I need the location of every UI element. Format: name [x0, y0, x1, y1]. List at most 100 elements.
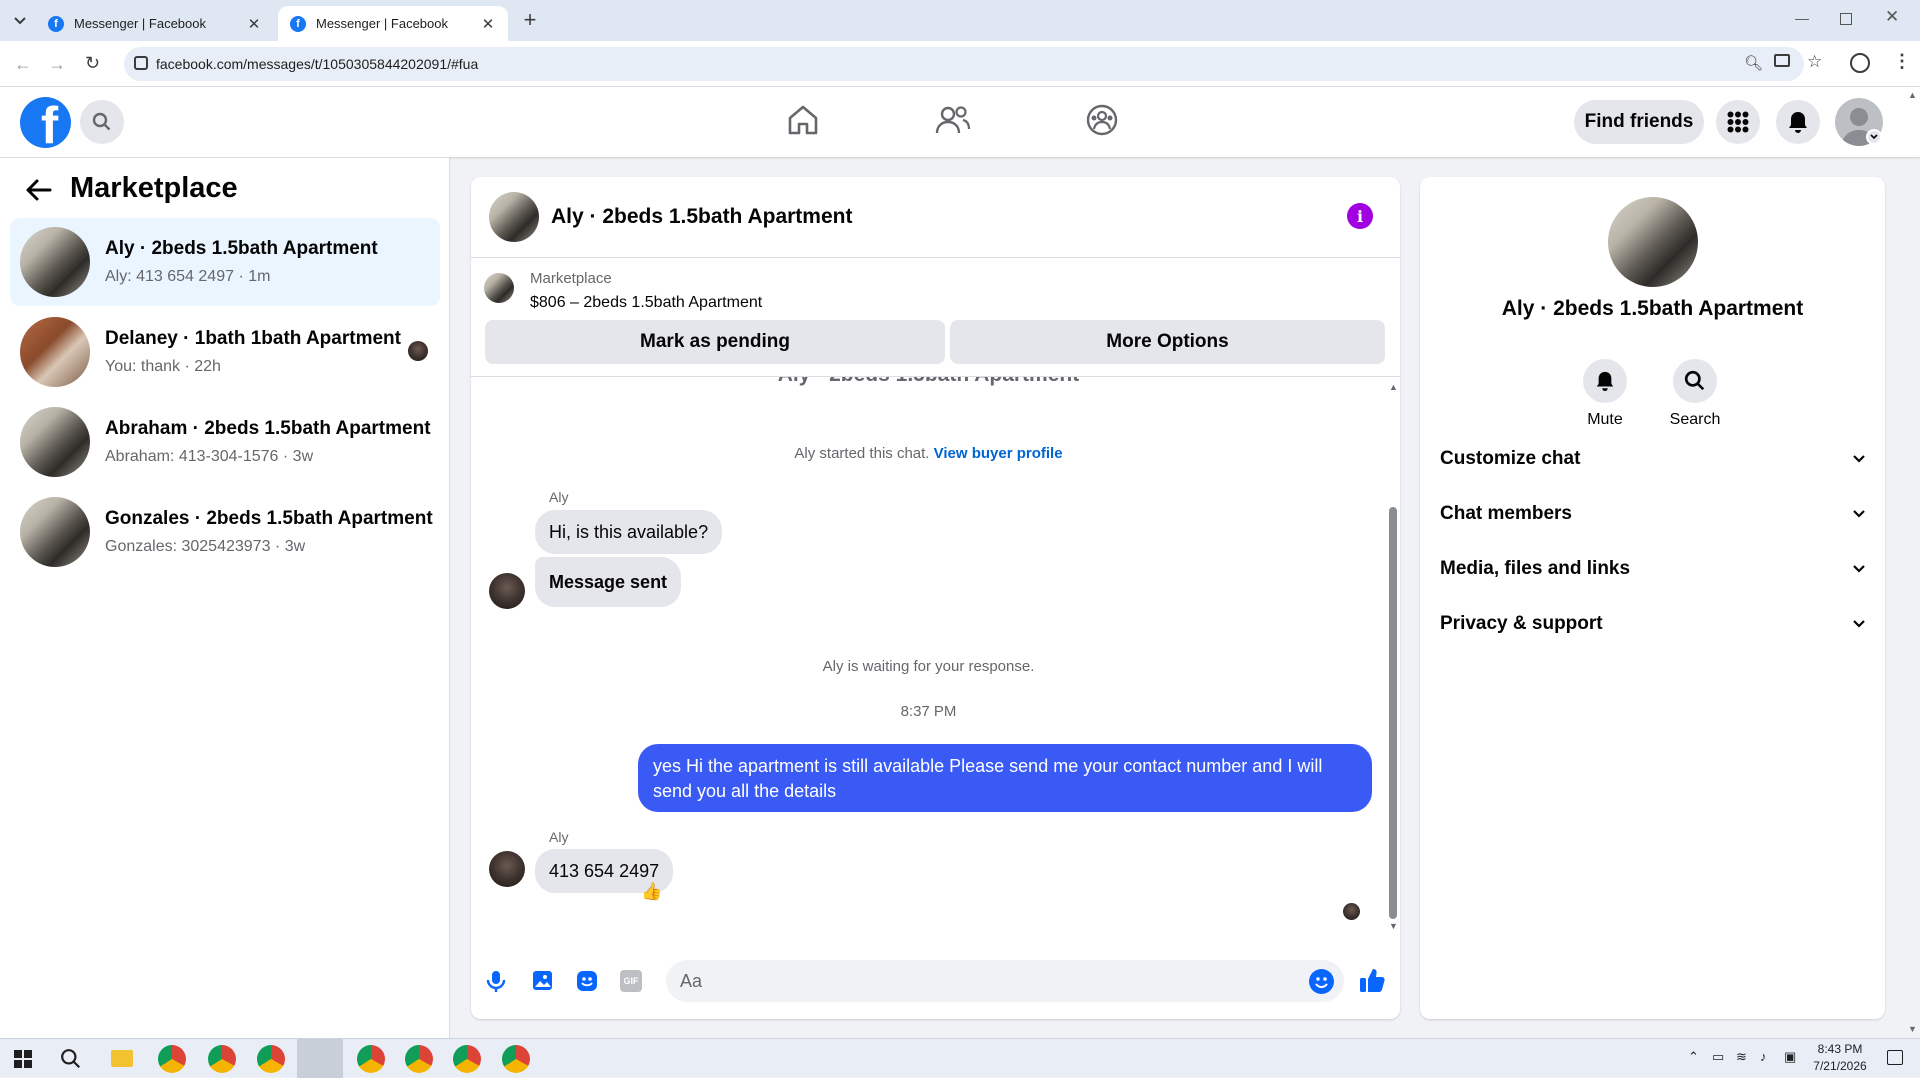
- page-scroll-up-icon[interactable]: ▲: [1908, 90, 1917, 100]
- profile-icon[interactable]: [1850, 53, 1870, 73]
- address-bar[interactable]: facebook.com/messages/t/1050305844202091…: [124, 47, 1822, 81]
- chrome-icon[interactable]: [158, 1045, 186, 1073]
- browser-tab-1[interactable]: f Messenger | Facebook ✕: [36, 6, 274, 41]
- chrome-icon[interactable]: [405, 1045, 433, 1073]
- active-app-highlight[interactable]: [297, 1039, 343, 1078]
- mute-button[interactable]: [1583, 359, 1627, 403]
- gif-icon[interactable]: GIF: [620, 970, 642, 992]
- taskbar-search-icon[interactable]: [60, 1048, 82, 1070]
- conversation-preview: Abraham: 413-304-1576 · 3w: [105, 448, 314, 465]
- thumbs-up-send-icon[interactable]: [1358, 966, 1386, 994]
- conversation-item-aly[interactable]: Aly · 2beds 1.5bath Apartment Aly: 413 6…: [10, 218, 440, 306]
- menu-button[interactable]: [1716, 100, 1760, 144]
- reload-icon[interactable]: ↻: [85, 53, 100, 74]
- close-window-button[interactable]: ✕: [1885, 7, 1899, 27]
- facebook-favicon-icon: f: [48, 15, 64, 32]
- tray-volume-icon[interactable]: ♪: [1760, 1049, 1767, 1064]
- facebook-logo-icon[interactable]: f: [20, 97, 71, 148]
- search-icon: [92, 112, 111, 131]
- back-arrow-icon[interactable]: ←: [14, 54, 32, 75]
- tab-close-icon[interactable]: ✕: [480, 16, 496, 33]
- taskbar-time[interactable]: 8:43 PM: [1800, 1042, 1880, 1056]
- forward-arrow-icon[interactable]: →: [48, 54, 66, 75]
- tray-network-icon[interactable]: ▭: [1712, 1049, 1724, 1065]
- chat-avatar[interactable]: [489, 192, 539, 242]
- groups-nav-button[interactable]: [1085, 103, 1119, 137]
- conversation-preview: You: thank · 22h: [105, 358, 221, 375]
- more-options-button[interactable]: More Options: [950, 320, 1385, 364]
- chat-members-section[interactable]: Chat members: [1440, 494, 1865, 534]
- tray-display-icon[interactable]: ▣: [1784, 1049, 1796, 1065]
- sticker-icon[interactable]: [575, 969, 599, 993]
- windows-start-icon[interactable]: [14, 1050, 32, 1068]
- taskbar-date[interactable]: 7/21/2026: [1800, 1059, 1880, 1073]
- listing-title[interactable]: $806 – 2beds 1.5bath Apartment: [530, 294, 762, 312]
- media-files-links-section[interactable]: Media, files and links: [1440, 549, 1865, 589]
- chat-started-notice: Aly started this chat. View buyer profil…: [471, 445, 1386, 462]
- thumbs-up-reaction-icon[interactable]: 👍: [641, 882, 662, 902]
- message-bubble[interactable]: Hi, is this available?: [535, 510, 723, 554]
- customize-chat-section[interactable]: Customize chat: [1440, 439, 1865, 479]
- scroll-down-arrow-icon[interactable]: ▼: [1389, 921, 1398, 931]
- message-bubble[interactable]: Message sent: [535, 557, 682, 607]
- bell-icon: [1596, 371, 1614, 391]
- conversation-item-abraham[interactable]: Abraham · 2beds 1.5bath Apartment Abraha…: [10, 398, 440, 486]
- privacy-support-section[interactable]: Privacy & support: [1440, 604, 1865, 644]
- find-friends-button[interactable]: Find friends: [1574, 100, 1704, 144]
- browser-tab-2-active[interactable]: f Messenger | Facebook ✕: [278, 6, 508, 41]
- account-chevron-icon[interactable]: [1866, 129, 1882, 145]
- attach-photo-icon[interactable]: [530, 969, 554, 993]
- scrollbar-thumb[interactable]: [1389, 507, 1397, 919]
- my-message-bubble[interactable]: yes Hi the apartment is still available …: [638, 744, 1372, 812]
- page-scroll-down-icon[interactable]: ▼: [1908, 1024, 1917, 1034]
- tray-chevron-icon[interactable]: ⌃: [1688, 1049, 1699, 1065]
- waiting-notice: Aly is waiting for your response.: [822, 658, 1035, 675]
- url-text[interactable]: facebook.com/messages/t/1050305844202091…: [156, 56, 478, 72]
- notification-center-icon[interactable]: [1887, 1050, 1903, 1065]
- contact-avatar[interactable]: [1608, 197, 1698, 287]
- emoji-icon[interactable]: [1309, 969, 1334, 994]
- install-app-icon[interactable]: [1774, 54, 1790, 67]
- new-tab-button[interactable]: +: [520, 7, 540, 32]
- started-text: Aly started this chat.: [794, 445, 930, 462]
- mute-label: Mute: [1587, 411, 1623, 428]
- scroll-up-arrow-icon[interactable]: ▲: [1389, 382, 1398, 392]
- view-buyer-profile-link[interactable]: View buyer profile: [934, 445, 1063, 462]
- browser-menu-icon[interactable]: ⋮: [1893, 51, 1911, 72]
- search-icon: [1684, 370, 1705, 391]
- zoom-icon[interactable]: 🔍︎: [1744, 54, 1763, 72]
- sender-avatar[interactable]: [489, 851, 525, 887]
- chat-scrollbar[interactable]: ▲ ▼: [1386, 377, 1400, 932]
- bookmark-star-icon[interactable]: ☆: [1807, 52, 1822, 72]
- friends-nav-button[interactable]: [935, 103, 971, 137]
- tab-search-icon[interactable]: [8, 9, 32, 33]
- mark-as-pending-button[interactable]: Mark as pending: [485, 320, 945, 364]
- site-info-icon[interactable]: [134, 56, 148, 70]
- message-input[interactable]: Aa: [666, 960, 1344, 1002]
- info-icon[interactable]: i: [1347, 203, 1373, 229]
- conversation-item-gonzales[interactable]: Gonzales · 2beds 1.5bath Apartment Gonza…: [10, 488, 440, 576]
- home-nav-button[interactable]: [786, 103, 820, 137]
- chat-title[interactable]: Aly · 2beds 1.5bath Apartment: [551, 205, 852, 229]
- voice-clip-icon[interactable]: [485, 969, 507, 993]
- chrome-icon[interactable]: [208, 1045, 236, 1073]
- file-explorer-icon[interactable]: [111, 1050, 133, 1067]
- restore-window-button[interactable]: [1840, 13, 1852, 25]
- chrome-icon[interactable]: [502, 1045, 530, 1073]
- tray-wifi-icon[interactable]: ≋: [1736, 1049, 1747, 1065]
- chrome-icon[interactable]: [357, 1045, 385, 1073]
- browser-toolbar: ← → ↻ facebook.com/messages/t/1050305844…: [0, 41, 1920, 87]
- sender-avatar[interactable]: [489, 573, 525, 609]
- chrome-icon[interactable]: [257, 1045, 285, 1073]
- back-arrow-icon[interactable]: [24, 178, 52, 202]
- listing-thumbnail: [20, 407, 90, 477]
- search-button[interactable]: [80, 100, 124, 144]
- message-input-placeholder[interactable]: Aa: [680, 971, 702, 992]
- notifications-button[interactable]: [1776, 100, 1820, 144]
- minimize-window-button[interactable]: —: [1795, 10, 1809, 26]
- tab-close-icon[interactable]: ✕: [246, 16, 262, 33]
- search-in-conversation-button[interactable]: [1673, 359, 1717, 403]
- conversation-item-delaney[interactable]: Delaney · 1bath 1bath Apartment You: tha…: [10, 308, 440, 396]
- bell-icon: [1789, 112, 1807, 133]
- chrome-icon[interactable]: [453, 1045, 481, 1073]
